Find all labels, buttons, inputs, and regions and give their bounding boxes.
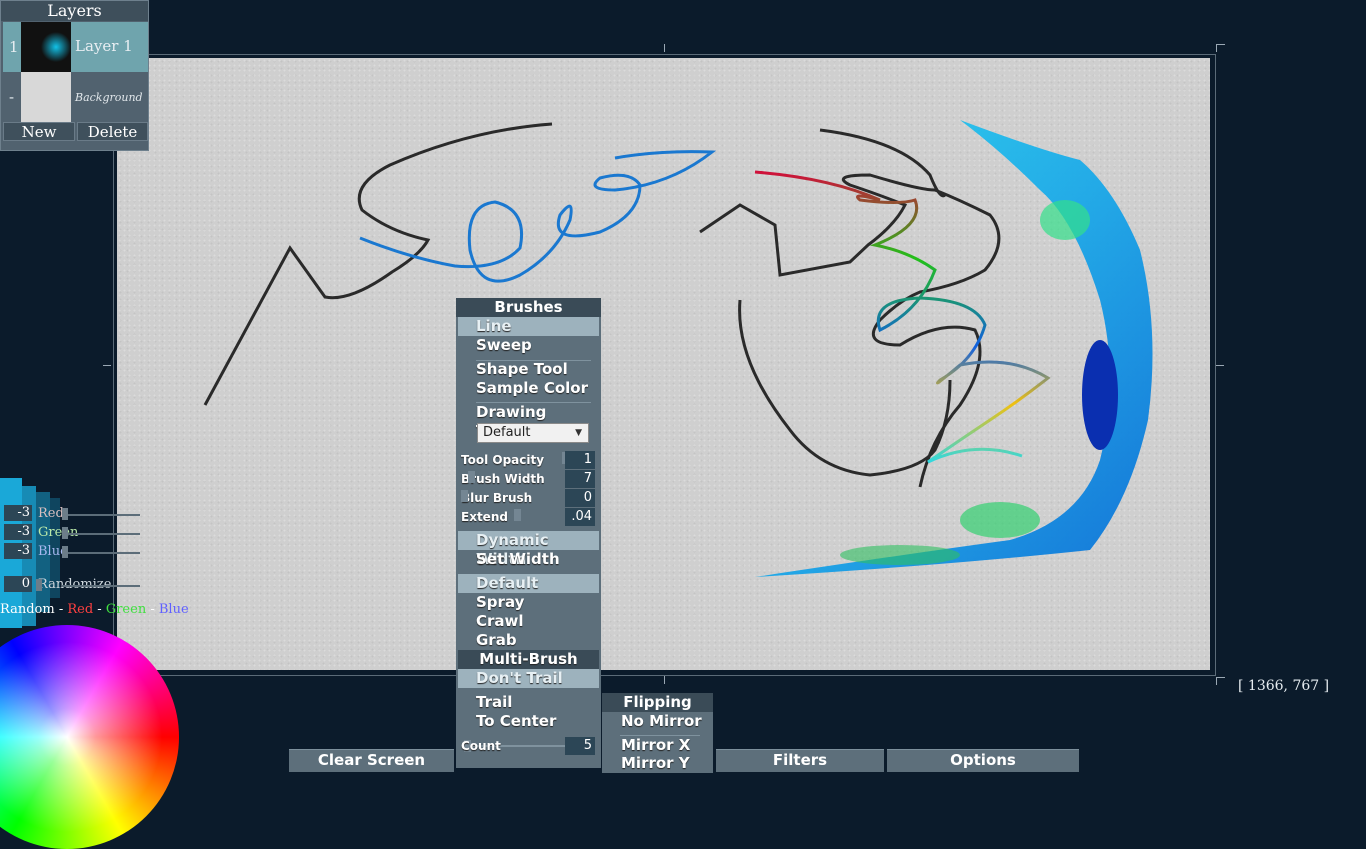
randomize-slider[interactable]: 0 Randomize — [2, 576, 142, 594]
stroke-blue-1 — [359, 150, 717, 283]
extend-knob[interactable] — [514, 509, 521, 521]
brushes-panel: Brushes Line Sweep Shape Tool Sample Col… — [456, 298, 601, 768]
brush-width-slider[interactable]: Brush Width 7 — [458, 470, 599, 488]
green-value[interactable]: -3 — [4, 524, 32, 540]
mode-spray[interactable]: Spray — [458, 593, 599, 612]
random-blue-link[interactable]: Blue — [159, 602, 189, 617]
no-mirror[interactable]: No Mirror — [602, 712, 713, 731]
blob-dark-blue — [1082, 340, 1118, 450]
set-width[interactable]: Set Width — [458, 550, 599, 569]
layer-index: 1 — [9, 38, 19, 56]
layer-thumbnail — [21, 22, 71, 72]
blue-slider[interactable]: -3 Blue — [2, 543, 142, 561]
flipping-panel: Flipping No Mirror Mirror X Mirror Y — [602, 693, 713, 773]
count-slider[interactable]: Count 5 — [458, 737, 599, 755]
mode-default[interactable]: Default — [458, 574, 599, 593]
random-all-link[interactable]: Random - — [0, 602, 67, 617]
random-green-link[interactable]: Green — [106, 602, 146, 617]
blob-green-1 — [1040, 200, 1090, 240]
brush-width-value[interactable]: 7 — [565, 470, 595, 488]
tool-opacity-slider[interactable]: Tool Opacity 1 — [458, 451, 599, 469]
brush-width-knob[interactable] — [468, 471, 475, 483]
blur-brush-knob[interactable] — [461, 490, 468, 502]
random-options: Random - Red - Green - Blue — [0, 602, 189, 617]
dont-trail[interactable]: Don't Trail — [458, 669, 599, 688]
drawing-tools-label: Drawing Tools: — [476, 403, 547, 440]
mirror-x[interactable]: Mirror X — [602, 736, 713, 755]
red-knob[interactable] — [62, 508, 68, 520]
blob-green-3 — [840, 545, 960, 565]
layer-index: - — [9, 88, 15, 106]
count-label: Count — [461, 739, 501, 753]
random-red-link[interactable]: Red — [67, 602, 93, 617]
drawing-tools-select[interactable]: Default ▼ — [477, 423, 589, 443]
new-layer-button[interactable]: New — [3, 122, 75, 141]
red-label: Red — [38, 506, 64, 521]
blue-track — [62, 552, 140, 554]
layer-name: Background — [75, 91, 143, 104]
blur-brush-slider[interactable]: Blur Brush 0 — [458, 489, 599, 507]
blue-value[interactable]: -3 — [4, 543, 32, 559]
extend-label: Extend — [461, 510, 508, 524]
layer-row-background[interactable]: - Background — [3, 72, 148, 122]
mirror-y[interactable]: Mirror Y — [602, 754, 713, 773]
layers-title: Layers — [1, 1, 148, 21]
multi-brush-header: Multi-Brush — [458, 650, 599, 669]
layers-panel: Layers 1 Layer 1 - Background New Delete — [0, 0, 149, 151]
filters-button[interactable]: Filters — [716, 749, 884, 772]
mode-crawl[interactable]: Crawl — [458, 612, 599, 631]
randomize-value[interactable]: 0 — [4, 576, 32, 592]
sample-color[interactable]: Sample Color — [458, 379, 599, 398]
drawing-tools-value: Default — [483, 425, 531, 440]
layer-thumbnail — [21, 72, 71, 122]
to-center[interactable]: To Center — [458, 712, 599, 731]
blob-green-2 — [960, 502, 1040, 538]
chevron-down-icon: ▼ — [575, 428, 582, 438]
mode-grab[interactable]: Grab — [458, 631, 599, 650]
random-sep-2: - — [146, 602, 159, 617]
red-track — [62, 514, 140, 516]
dynamic-width[interactable]: Dynamic Width — [458, 531, 599, 568]
layer-name: Layer 1 — [75, 37, 133, 55]
red-value[interactable]: -3 — [4, 505, 32, 521]
trail[interactable]: Trail — [458, 693, 599, 712]
extend-slider[interactable]: Extend .04 — [458, 508, 599, 526]
randomize-track — [62, 585, 140, 587]
options-button[interactable]: Options — [887, 749, 1079, 772]
tool-opacity-label: Tool Opacity — [461, 453, 545, 467]
cursor-coordinates: [ 1366, 767 ] — [1238, 678, 1330, 694]
blur-brush-label: Blur Brush — [461, 491, 533, 505]
blue-knob[interactable] — [62, 546, 68, 558]
stroke-rainbow — [754, 170, 1051, 464]
brushes-title: Brushes — [456, 298, 601, 317]
extend-value[interactable]: .04 — [565, 508, 595, 526]
green-track — [62, 533, 140, 535]
tool-opacity-value[interactable]: 1 — [565, 451, 595, 469]
random-sep-1: - — [93, 602, 106, 617]
randomize-knob[interactable] — [36, 579, 42, 591]
green-knob[interactable] — [62, 527, 68, 539]
red-slider[interactable]: -3 Red — [2, 505, 142, 523]
canvas-artwork — [203, 120, 1153, 577]
flipping-title: Flipping — [602, 693, 713, 712]
green-slider[interactable]: -3 Green — [2, 524, 142, 542]
delete-layer-button[interactable]: Delete — [77, 122, 148, 141]
brush-line[interactable]: Line — [458, 317, 599, 336]
brush-sweep[interactable]: Sweep — [458, 336, 599, 355]
stroke-black-2 — [699, 128, 1001, 488]
layer-row-layer-1[interactable]: 1 Layer 1 — [3, 22, 148, 72]
clear-screen-button[interactable]: Clear Screen — [289, 749, 454, 772]
shape-tool[interactable]: Shape Tool — [458, 360, 599, 379]
count-value[interactable]: 5 — [565, 737, 595, 755]
blur-brush-value[interactable]: 0 — [565, 489, 595, 507]
